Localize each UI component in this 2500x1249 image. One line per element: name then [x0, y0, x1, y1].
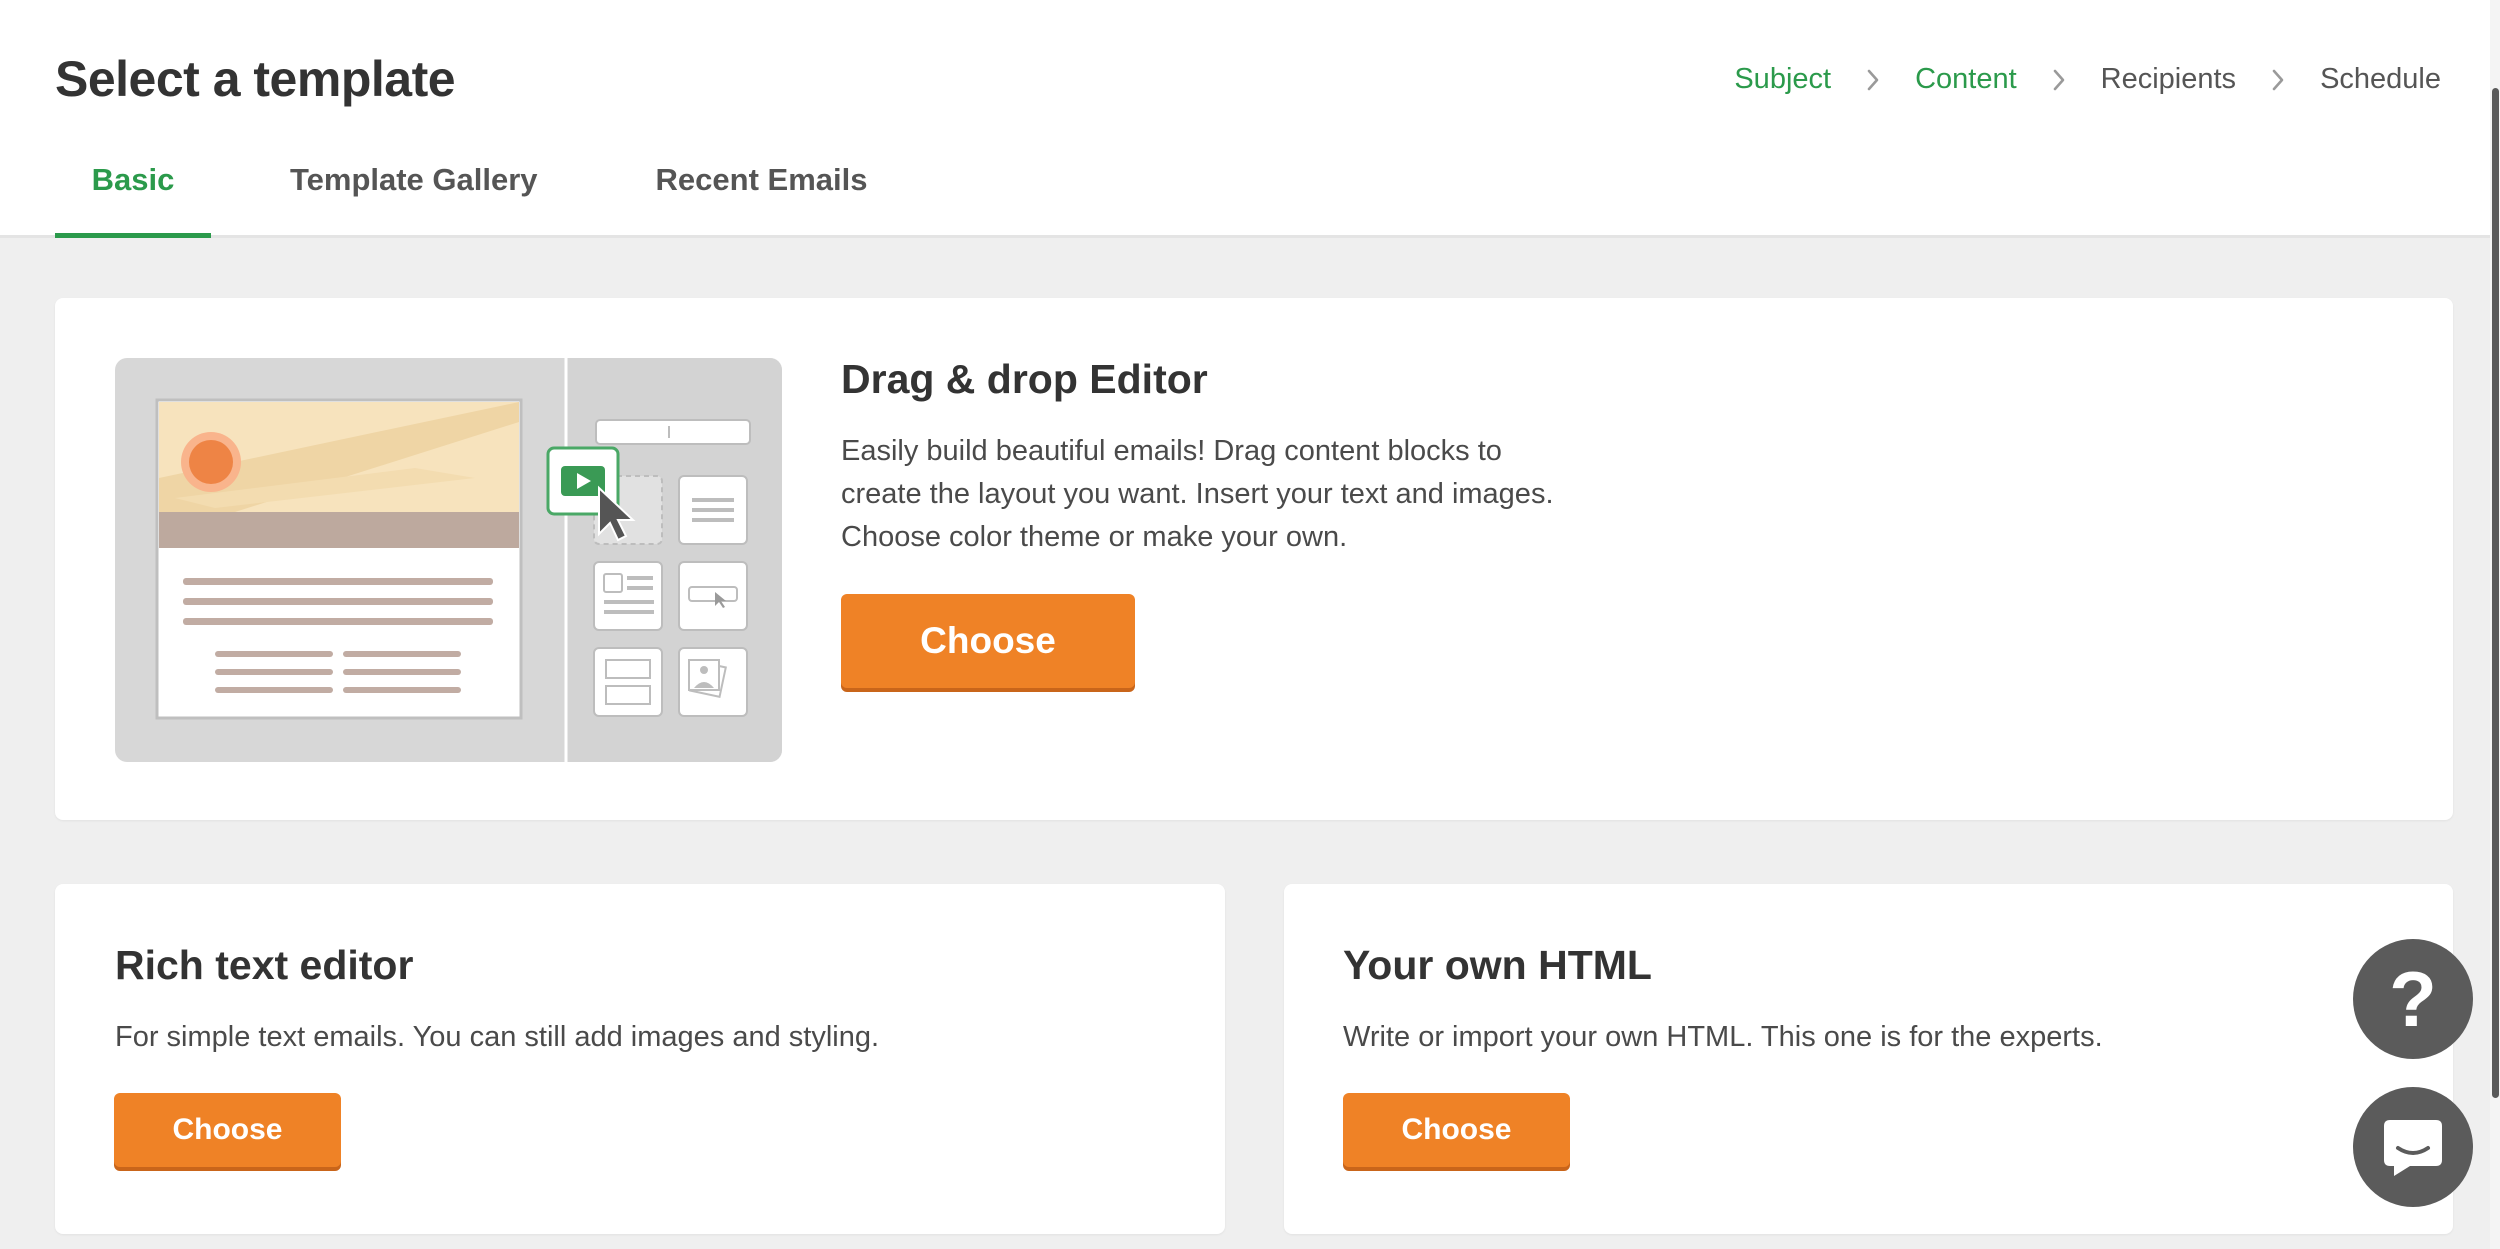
- breadcrumb-step-schedule[interactable]: Schedule: [2320, 63, 2441, 96]
- help-button[interactable]: ?: [2353, 939, 2473, 1059]
- page-title: Select a template: [55, 51, 456, 107]
- rich-text-choose-button[interactable]: Choose: [114, 1093, 341, 1167]
- page-header: Select a template Subject Content Recipi…: [0, 0, 2490, 238]
- scrollbar-thumb[interactable]: [2492, 88, 2499, 1098]
- drag-drop-description: Easily build beautiful emails! Drag cont…: [841, 430, 1554, 559]
- own-html-choose-button[interactable]: Choose: [1343, 1093, 1570, 1167]
- tab-recent-emails[interactable]: Recent Emails: [656, 138, 868, 238]
- drag-drop-description-line: create the layout you want. Insert your …: [841, 478, 1554, 510]
- drag-drop-description-line: Easily build beautiful emails! Drag cont…: [841, 435, 1502, 467]
- chevron-right-icon: [1859, 66, 1887, 94]
- rich-text-title: Rich text editor: [115, 942, 414, 988]
- own-html-description: Write or import your own HTML. This one …: [1343, 1021, 2103, 1053]
- page-scrollbar[interactable]: [2490, 0, 2500, 1249]
- chat-bubble-icon: [2384, 1120, 2442, 1176]
- main-content: Drag & drop Editor Easily build beautifu…: [0, 238, 2490, 1249]
- breadcrumb-step-subject[interactable]: Subject: [1734, 63, 1831, 96]
- own-html-card: Your own HTML Write or import your own H…: [1284, 884, 2453, 1234]
- tab-template-gallery[interactable]: Template Gallery: [290, 138, 538, 238]
- template-tabs: Basic Template Gallery Recent Emails: [55, 138, 867, 238]
- breadcrumb: Subject Content Recipients Schedule: [1734, 63, 2441, 96]
- chevron-right-icon: [2264, 66, 2292, 94]
- tab-basic[interactable]: Basic: [55, 138, 211, 238]
- chevron-right-icon: [2045, 66, 2073, 94]
- breadcrumb-step-content[interactable]: Content: [1915, 63, 2017, 96]
- chat-button[interactable]: [2353, 1087, 2473, 1207]
- rich-text-description: For simple text emails. You can still ad…: [115, 1021, 880, 1053]
- drag-drop-description-line: Choose color theme or make your own.: [841, 521, 1348, 553]
- drag-drop-title: Drag & drop Editor: [841, 356, 1208, 402]
- question-mark-icon: ?: [2389, 955, 2437, 1043]
- rich-text-editor-card: Rich text editor For simple text emails.…: [55, 884, 1225, 1234]
- drag-drop-editor-card: Drag & drop Editor Easily build beautifu…: [55, 298, 2453, 820]
- drag-drop-illustration: [115, 358, 782, 762]
- own-html-title: Your own HTML: [1343, 942, 1652, 988]
- drag-drop-choose-button[interactable]: Choose: [841, 594, 1135, 688]
- breadcrumb-step-recipients[interactable]: Recipients: [2101, 63, 2236, 96]
